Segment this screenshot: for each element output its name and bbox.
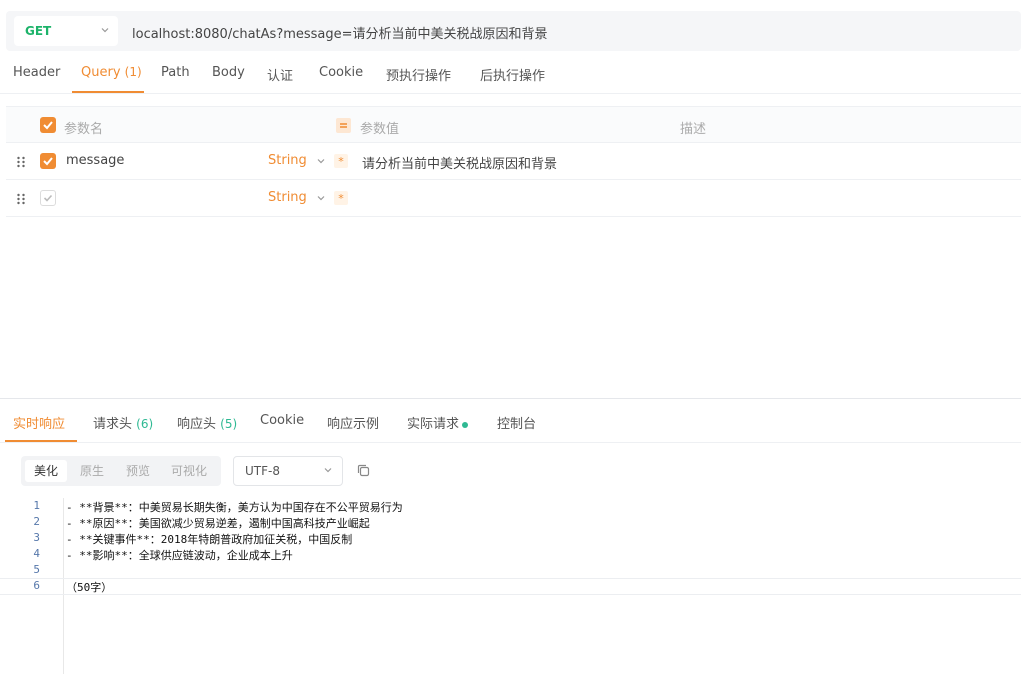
row-checkbox[interactable]	[40, 153, 56, 169]
view-mode-preview[interactable]: 预览	[117, 460, 159, 482]
tab-header[interactable]: Header	[13, 65, 60, 80]
tab-response-headers[interactable]: 响应头 (5)	[177, 413, 237, 432]
line-number: 4	[33, 547, 40, 560]
table-row: String *	[6, 180, 1021, 217]
chevron-down-icon	[324, 468, 332, 473]
required-icon[interactable]: *	[334, 154, 348, 168]
tab-console[interactable]: 控制台	[497, 413, 536, 432]
check-icon	[43, 121, 53, 130]
code-text: - **影响**：全球供应链波动，企业成本上升	[66, 549, 293, 562]
status-dot-icon	[462, 421, 469, 428]
tab-response-cookie[interactable]: Cookie	[260, 413, 304, 428]
tab-path[interactable]: Path	[161, 65, 190, 80]
method-label: GET	[25, 24, 52, 38]
line-number: 1	[33, 499, 40, 512]
col-param-name: 参数名	[64, 122, 104, 137]
line-number: 6	[33, 579, 40, 592]
code-line: 2 - **原因**：美国欲减少贸易逆差，遏制中国高科技产业崛起	[0, 515, 1021, 531]
view-mode-raw[interactable]: 原生	[71, 460, 113, 482]
code-text: - **关键事件**：2018年特朗普政府加征关税，中国反制	[66, 533, 353, 546]
required-icon[interactable]: *	[334, 191, 348, 205]
code-text: （50字）	[66, 581, 113, 594]
check-icon	[43, 157, 53, 166]
line-number: 3	[33, 531, 40, 544]
param-name-input[interactable]: message	[66, 153, 124, 168]
table-row: message String * 请分析当前中美关税战原因和背景	[6, 143, 1021, 180]
check-icon	[43, 194, 53, 202]
drag-handle-icon[interactable]	[16, 193, 26, 205]
code-line: 3 - **关键事件**：2018年特朗普政府加征关税，中国反制	[0, 531, 1021, 547]
view-mode-beautify[interactable]: 美化	[25, 460, 67, 482]
response-tabs: 实时响应 请求头 (6) 响应头 (5) Cookie 响应示例 实际请求 控制…	[0, 399, 1021, 443]
row-checkbox[interactable]	[40, 190, 56, 206]
view-mode-switch: 美化 原生 预览 可视化	[21, 456, 221, 486]
col-param-value: 参数值	[360, 122, 400, 137]
tab-auth[interactable]: 认证	[267, 65, 293, 84]
code-line: 5	[0, 563, 1021, 579]
encoding-select[interactable]: UTF-8	[233, 456, 343, 486]
type-select[interactable]: String	[268, 190, 307, 205]
tab-pre-script[interactable]: 预执行操作	[386, 65, 451, 84]
copy-icon[interactable]	[356, 463, 371, 478]
chevron-down-icon	[101, 28, 109, 33]
tab-body[interactable]: Body	[212, 65, 245, 80]
tab-response-example[interactable]: 响应示例	[327, 413, 379, 432]
drag-handle-icon[interactable]	[16, 156, 26, 168]
tab-post-script[interactable]: 后执行操作	[480, 65, 545, 84]
type-select[interactable]: String	[268, 153, 307, 168]
encoding-value: UTF-8	[245, 464, 280, 478]
url-input[interactable]: localhost:8080/chatAs?message=请分析当前中美关税战…	[132, 23, 548, 42]
code-text: - **原因**：美国欲减少贸易逆差，遏制中国高科技产业崛起	[66, 517, 370, 530]
response-code-viewer[interactable]: 1 - **背景**：中美贸易长期失衡，美方认为中国存在不公平贸易行为 2 - …	[0, 498, 1021, 674]
tab-active-underline	[72, 91, 144, 93]
code-line-current: 6 （50字）	[0, 578, 1021, 595]
params-header-row: 参数名 参数值 描述	[6, 106, 1021, 143]
view-mode-visualize[interactable]: 可视化	[163, 460, 215, 482]
code-text: - **背景**：中美贸易长期失衡，美方认为中国存在不公平贸易行为	[66, 501, 403, 514]
select-all-checkbox[interactable]	[40, 117, 56, 133]
tab-query[interactable]: Query (1)	[81, 65, 142, 80]
code-line: 1 - **背景**：中美贸易长期失衡，美方认为中国存在不公平贸易行为	[0, 499, 1021, 515]
code-line: 4 - **影响**：全球供应链波动，企业成本上升	[0, 547, 1021, 563]
col-description: 描述	[680, 122, 707, 137]
bulk-edit-icon[interactable]	[336, 118, 351, 133]
chevron-down-icon[interactable]	[316, 156, 326, 166]
tab-live-response[interactable]: 实时响应	[13, 413, 65, 432]
chevron-down-icon[interactable]	[316, 193, 326, 203]
method-select[interactable]: GET	[14, 16, 118, 46]
tab-cookie[interactable]: Cookie	[319, 65, 363, 80]
tab-active-underline	[5, 440, 77, 442]
tab-request-headers[interactable]: 请求头 (6)	[93, 413, 153, 432]
tab-actual-request[interactable]: 实际请求	[407, 413, 469, 432]
param-value-input[interactable]: 请分析当前中美关税战原因和背景	[362, 153, 557, 172]
query-params-table: 参数名 参数值 描述 message String * 请分析当前中美关税战原因…	[6, 106, 1021, 217]
url-bar: GET localhost:8080/chatAs?message=请分析当前中…	[6, 11, 1021, 51]
line-number: 2	[33, 515, 40, 528]
request-tabs: Header Query (1) Path Body 认证 Cookie 预执行…	[0, 58, 1021, 94]
line-number: 5	[33, 563, 40, 576]
